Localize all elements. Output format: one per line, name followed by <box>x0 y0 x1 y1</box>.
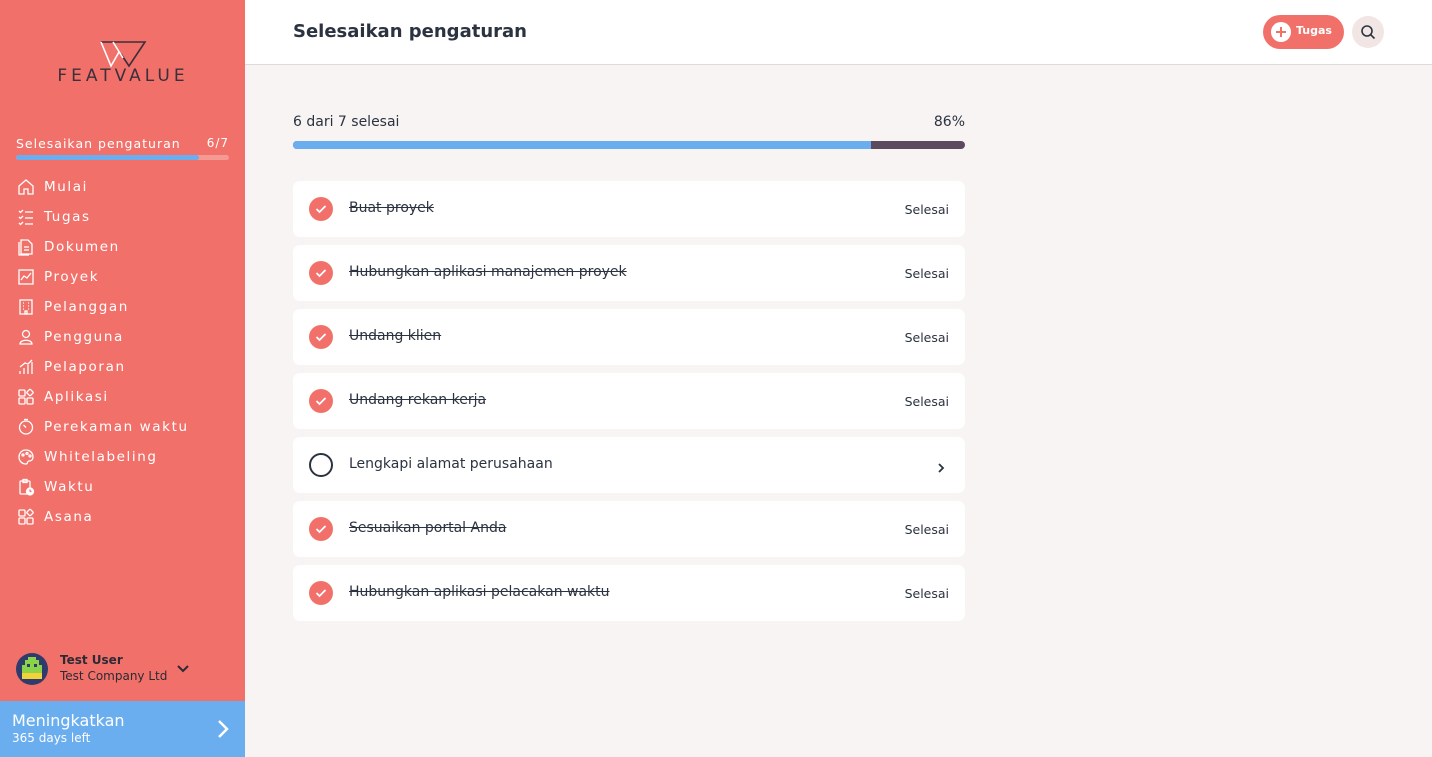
check-icon <box>309 325 333 349</box>
home-icon <box>16 177 36 197</box>
task-name: Sesuaikan portal Anda <box>349 520 507 536</box>
task-row[interactable]: Buat proyek Selesai <box>293 181 965 237</box>
add-task-label: Tugas <box>1296 24 1332 37</box>
sidebar-nav: Mulai Tugas Dokumen Proyek Pelanggan Pen… <box>16 172 236 532</box>
sidebar-item-tugas[interactable]: Tugas <box>16 202 236 232</box>
task-status: Selesai <box>904 266 949 281</box>
sidebar-item-label: Perekaman waktu <box>44 419 189 435</box>
sidebar-item-perekaman-waktu[interactable]: Perekaman waktu <box>16 412 236 442</box>
task-row[interactable]: Hubungkan aplikasi pelacakan waktu Seles… <box>293 565 965 621</box>
sidebar-item-label: Proyek <box>44 269 100 285</box>
sidebar-item-label: Waktu <box>44 479 95 495</box>
user-menu[interactable]: Test User Test Company Ltd <box>16 651 226 687</box>
task-row[interactable]: Undang rekan kerja Selesai <box>293 373 965 429</box>
sidebar-item-label: Asana <box>44 509 94 525</box>
user-name: Test User <box>60 653 123 667</box>
document-icon <box>16 237 36 257</box>
upgrade-subtitle: 365 days left <box>12 731 91 745</box>
progress-fill <box>293 141 871 149</box>
tasks-icon <box>16 207 36 227</box>
progress-percent: 86% <box>933 114 965 130</box>
reporting-icon <box>16 357 36 377</box>
logo-text: FEATVALUE <box>57 66 189 86</box>
task-name: Buat proyek <box>349 200 434 216</box>
building-icon <box>16 297 36 317</box>
page-title: Selesaikan pengaturan <box>293 21 527 42</box>
task-name: Undang klien <box>349 328 442 344</box>
sidebar-item-label: Dokumen <box>44 239 120 255</box>
chevron-right-icon <box>937 459 945 478</box>
check-icon <box>309 261 333 285</box>
search-button[interactable] <box>1352 16 1384 48</box>
sidebar-item-label: Pengguna <box>44 329 124 345</box>
sidebar-item-whitelabeling[interactable]: Whitelabeling <box>16 442 236 472</box>
task-status: Selesai <box>904 330 949 345</box>
sidebar-item-label: Aplikasi <box>44 389 109 405</box>
task-name: Undang rekan kerja <box>349 392 487 408</box>
sidebar: FEATVALUE Selesaikan pengaturan 6/7 Mula… <box>0 0 245 757</box>
sidebar-item-label: Pelanggan <box>44 299 129 315</box>
sidebar-item-label: Whitelabeling <box>44 449 158 465</box>
task-row[interactable]: Undang klien Selesai <box>293 309 965 365</box>
sidebar-item-mulai[interactable]: Mulai <box>16 172 236 202</box>
sidebar-item-asana[interactable]: Asana <box>16 502 236 532</box>
check-icon <box>309 197 333 221</box>
apps-icon <box>16 387 36 407</box>
progress-bar <box>293 141 965 149</box>
sidebar-item-proyek[interactable]: Proyek <box>16 262 236 292</box>
add-task-button[interactable]: Tugas <box>1263 15 1344 49</box>
sidebar-item-pelaporan[interactable]: Pelaporan <box>16 352 236 382</box>
setup-progress-fill <box>16 155 199 160</box>
project-icon <box>16 267 36 287</box>
check-icon <box>309 581 333 605</box>
task-name: Hubungkan aplikasi manajemen proyek <box>349 264 627 280</box>
sidebar-item-pelanggan[interactable]: Pelanggan <box>16 292 236 322</box>
palette-icon <box>16 447 36 467</box>
task-status: Selesai <box>904 394 949 409</box>
logo[interactable]: FEATVALUE <box>36 40 210 90</box>
task-status: Selesai <box>904 522 949 537</box>
sidebar-item-waktu[interactable]: Waktu <box>16 472 236 502</box>
task-status: Selesai <box>904 202 949 217</box>
check-icon <box>309 389 333 413</box>
task-row[interactable]: Sesuaikan portal Anda Selesai <box>293 501 965 557</box>
setup-progress-bar <box>16 155 229 160</box>
task-row[interactable]: Lengkapi alamat perusahaan <box>293 437 965 493</box>
progress-text: 6 dari 7 selesai <box>293 114 400 130</box>
clipboard-clock-icon <box>16 477 36 497</box>
chevron-down-icon <box>176 659 190 678</box>
chevron-right-icon <box>217 719 229 743</box>
setup-progress[interactable]: Selesaikan pengaturan 6/7 <box>16 136 229 162</box>
user-company: Test Company Ltd <box>60 669 168 683</box>
user-icon <box>16 327 36 347</box>
upgrade-title: Meningkatkan <box>12 711 125 730</box>
sidebar-item-dokumen[interactable]: Dokumen <box>16 232 236 262</box>
sidebar-item-pengguna[interactable]: Pengguna <box>16 322 236 352</box>
logo-mark-icon <box>100 41 147 68</box>
sidebar-item-aplikasi[interactable]: Aplikasi <box>16 382 236 412</box>
sidebar-item-label: Tugas <box>44 209 91 225</box>
empty-circle-icon <box>309 453 333 477</box>
apps-icon <box>16 507 36 527</box>
check-icon <box>309 517 333 541</box>
timer-icon <box>16 417 36 437</box>
task-name: Lengkapi alamat perusahaan <box>349 456 553 472</box>
plus-icon <box>1271 22 1291 42</box>
header: Selesaikan pengaturan Tugas <box>245 0 1432 65</box>
sidebar-item-label: Mulai <box>44 179 88 195</box>
task-list: Buat proyek Selesai Hubungkan aplikasi m… <box>293 181 965 629</box>
search-icon <box>1361 25 1376 40</box>
upgrade-button[interactable]: Meningkatkan 365 days left <box>0 701 245 757</box>
avatar <box>16 653 48 685</box>
task-name: Hubungkan aplikasi pelacakan waktu <box>349 584 610 600</box>
task-row[interactable]: Hubungkan aplikasi manajemen proyek Sele… <box>293 245 965 301</box>
sidebar-item-label: Pelaporan <box>44 359 126 375</box>
task-status: Selesai <box>904 586 949 601</box>
setup-label: Selesaikan pengaturan <box>16 136 181 151</box>
setup-count: 6/7 <box>206 136 229 150</box>
